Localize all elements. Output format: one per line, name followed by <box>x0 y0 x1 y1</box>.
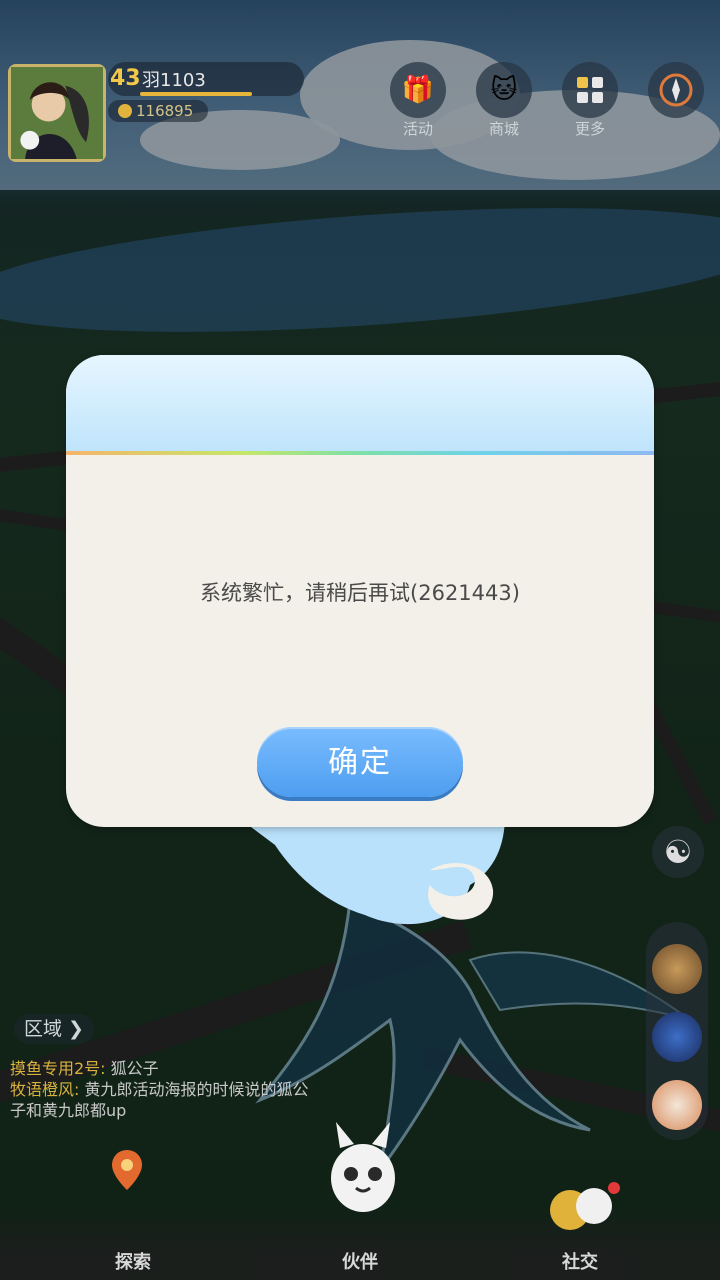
dialog-rainbow-divider <box>66 451 654 455</box>
dialog-message: 系统繁忙，请稍后再试(2621443) <box>200 581 520 605</box>
map-pin-icon <box>112 1150 142 1190</box>
activity-label: 活动 <box>402 120 433 138</box>
region-label: 区域 <box>24 1018 63 1040</box>
region-button[interactable]: 区域 ❯ <box>14 1014 94 1044</box>
chat-text: 狐公子 <box>105 1059 159 1078</box>
chat-feed[interactable]: 摸鱼专用2号: 狐公子 牧语橙风: 黄九郎活动海报的时候说的狐公子和黄九郎都up <box>10 1058 310 1121</box>
gift-icon: 🎁 <box>390 62 446 118</box>
activity-button[interactable]: 🎁 活动 <box>388 62 448 138</box>
yin-yang-icon: ☯ <box>663 833 693 871</box>
chat-sender: 摸鱼专用2号: <box>10 1059 106 1078</box>
player-avatar[interactable] <box>8 64 106 162</box>
player-level: 43 <box>110 66 141 91</box>
shop-button[interactable]: 🐱 商城 <box>474 62 534 138</box>
nav-explore[interactable]: 探索 <box>88 1248 178 1274</box>
chat-message: 牧语橙风: 黄九郎活动海报的时候说的狐公子和黄九郎都up <box>10 1079 310 1121</box>
xp-bar <box>140 92 252 96</box>
pet-slot-1[interactable] <box>652 944 702 994</box>
dialog-header <box>66 355 654 452</box>
compass-button[interactable] <box>646 62 706 137</box>
shop-label: 商城 <box>488 120 519 138</box>
more-button[interactable]: 更多 <box>560 62 620 138</box>
nav-social[interactable]: 社交 <box>535 1248 625 1274</box>
taiji-button[interactable]: ☯ <box>652 826 704 878</box>
chat-sender: 牧语橙风: <box>10 1080 80 1099</box>
social-icon <box>550 1182 620 1230</box>
system-busy-dialog: 系统繁忙，请稍后再试(2621443) 确定 <box>66 355 654 827</box>
pet-slot-2[interactable] <box>652 1012 702 1062</box>
nav-social-label: 社交 <box>562 1252 598 1273</box>
more-label: 更多 <box>574 120 605 138</box>
nav-companion[interactable]: 伙伴 <box>315 1248 405 1274</box>
shop-cat-icon: 🐱 <box>476 62 532 118</box>
chat-message: 摸鱼专用2号: 狐公子 <box>10 1058 310 1079</box>
more-grid-icon <box>562 62 618 118</box>
companion-icon <box>331 1122 395 1212</box>
coin-count: 116895 <box>136 102 194 120</box>
pet-slot-3[interactable] <box>652 1080 702 1130</box>
player-name: 羽1103 <box>142 70 206 91</box>
nav-companion-label: 伙伴 <box>342 1252 378 1273</box>
compass-icon <box>648 62 704 118</box>
confirm-button[interactable]: 确定 <box>257 727 463 797</box>
dialog-tail <box>235 815 505 925</box>
coin-icon <box>118 104 132 118</box>
nav-explore-label: 探索 <box>115 1252 151 1273</box>
